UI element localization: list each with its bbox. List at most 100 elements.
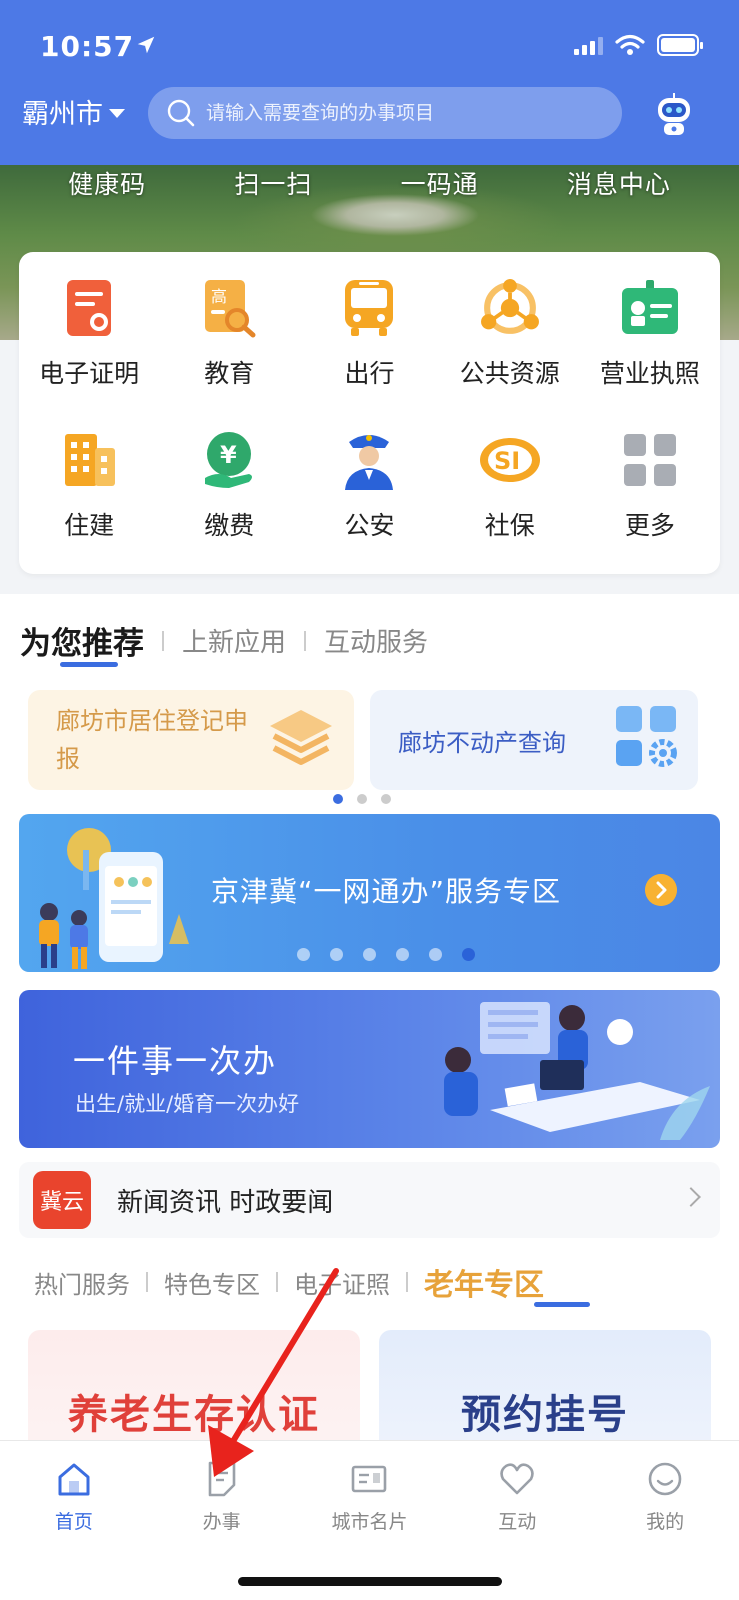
- service-public-resource[interactable]: 公共资源: [440, 276, 580, 428]
- service-travel[interactable]: 出行: [299, 276, 439, 428]
- service-label: 公共资源: [459, 359, 560, 388]
- layers-icon: [270, 710, 332, 765]
- quick-links: 健康码 扫一扫 一码通 消息中心: [0, 165, 739, 201]
- news-row[interactable]: 冀云 新闻资讯 时政要闻: [19, 1162, 720, 1238]
- nav-interaction[interactable]: 互动: [457, 1459, 577, 1534]
- search-bar[interactable]: [148, 87, 622, 139]
- city-card-icon: [352, 1465, 387, 1493]
- search-icon: [167, 99, 195, 127]
- card-label: 预约挂号: [461, 1392, 629, 1438]
- tab-elderly-zone[interactable]: 老年专区: [424, 1260, 544, 1304]
- service-label: 营业执照: [599, 359, 700, 388]
- tab-featured-zone[interactable]: 特色专区: [164, 1265, 260, 1300]
- app-header: 10:57 霸州市: [0, 0, 739, 170]
- card-appointment-registration[interactable]: 预约挂号: [379, 1330, 711, 1450]
- status-bar: 10:57: [40, 30, 703, 66]
- chevron-right-circle-icon: [645, 874, 677, 906]
- nav-services[interactable]: 办事: [162, 1459, 282, 1534]
- service-label: 教育: [204, 359, 255, 388]
- tab-recommended[interactable]: 为您推荐: [20, 618, 144, 663]
- tab-new-apps[interactable]: 上新应用: [182, 622, 286, 659]
- status-time: 10:57: [40, 30, 135, 63]
- bottom-navigation: 首页 办事 城市名片 互动 我的: [0, 1440, 739, 1600]
- svg-text:SI: SI: [494, 447, 520, 475]
- payment-icon: ¥: [205, 432, 253, 488]
- service-housing-construction[interactable]: 住建: [19, 428, 159, 580]
- apps-gear-icon: [616, 706, 677, 767]
- banner-one-thing-one-time[interactable]: 一件事一次办 出生/就业/婚育一次办好: [19, 990, 720, 1148]
- service-social-security[interactable]: SI 社保: [440, 428, 580, 580]
- service-more[interactable]: 更多: [580, 428, 720, 580]
- service-label: 社保: [484, 511, 535, 540]
- more-grid-icon: [623, 434, 676, 486]
- search-input[interactable]: [206, 102, 586, 124]
- news-label: 新闻资讯 时政要闻: [117, 1187, 334, 1218]
- home-indicator: [238, 1577, 502, 1586]
- active-tab-indicator: [60, 662, 118, 667]
- smiley-profile-icon: [648, 1462, 682, 1496]
- location-arrow-icon: [137, 36, 155, 54]
- assistant-robot-icon[interactable]: [652, 92, 696, 138]
- tab-divider: [146, 1272, 148, 1292]
- quick-link-scan[interactable]: 扫一扫: [234, 165, 312, 201]
- nav-label: 我的: [646, 1511, 685, 1533]
- chevron-right-icon: [681, 1187, 701, 1207]
- recommend-card-real-estate-query[interactable]: 廊坊不动产查询: [370, 690, 698, 790]
- certificate-icon: [67, 280, 112, 336]
- service-payment[interactable]: ¥ 缴费: [159, 428, 299, 580]
- service-label: 公安: [344, 511, 395, 540]
- business-license-icon: [621, 280, 678, 334]
- city-selector[interactable]: 霸州市: [22, 92, 125, 131]
- police-icon: [345, 435, 394, 490]
- zone-tabs: 热门服务 特色专区 电子证照 老年专区: [34, 1260, 544, 1304]
- banner-jjj-service-zone[interactable]: 京津冀“一网通办”服务专区: [19, 814, 720, 972]
- public-resource-icon: [480, 279, 539, 334]
- bus-icon: [345, 280, 394, 336]
- tab-interactive-services[interactable]: 互动服务: [324, 622, 428, 659]
- carousel-dots: [333, 794, 391, 804]
- banner-carousel-dots: [297, 948, 475, 961]
- card-pension-authentication[interactable]: 养老生存认证: [28, 1330, 360, 1450]
- jiyun-logo: 冀云: [33, 1171, 91, 1229]
- quick-link-messages[interactable]: 消息中心: [567, 165, 671, 201]
- quick-link-health-code[interactable]: 健康码: [68, 165, 146, 201]
- nav-profile[interactable]: 我的: [605, 1459, 725, 1534]
- service-education[interactable]: 高 教育: [159, 276, 299, 428]
- wifi-icon: [615, 34, 645, 55]
- home-icon: [58, 1463, 90, 1496]
- caret-down-icon: [109, 109, 125, 118]
- banner-illustration: [39, 828, 189, 969]
- banner-title: 一件事一次办: [73, 1042, 278, 1080]
- recommend-card-label: 廊坊不动产查询: [398, 728, 566, 757]
- nav-city-card[interactable]: 城市名片: [309, 1459, 429, 1534]
- banner-subtitle: 出生/就业/婚育一次办好: [75, 1092, 300, 1116]
- active-zone-tab-indicator: [534, 1302, 590, 1307]
- tab-hot-services[interactable]: 热门服务: [34, 1265, 130, 1300]
- tab-divider: [162, 630, 164, 651]
- service-label: 缴费: [204, 511, 255, 540]
- building-icon: [65, 434, 116, 486]
- svg-text:¥: ¥: [220, 441, 237, 469]
- battery-icon: [657, 34, 703, 56]
- tab-divider: [276, 1272, 278, 1292]
- tab-divider: [406, 1272, 408, 1292]
- recommend-card-residence-registration[interactable]: 廊坊市居住登记申报: [28, 690, 354, 790]
- service-public-security[interactable]: 公安: [299, 428, 439, 580]
- service-grid-card: 电子证明 高 教育 出行 公共资源 营业执照 住建 ¥ 缴费 公安 SI 社保 …: [19, 252, 720, 574]
- service-label: 更多: [624, 511, 675, 540]
- nav-label: 办事: [202, 1511, 241, 1533]
- service-label: 住建: [64, 511, 115, 540]
- quick-link-one-code[interactable]: 一码通: [401, 165, 479, 201]
- nav-home[interactable]: 首页: [14, 1459, 134, 1534]
- service-label: 电子证明: [39, 359, 140, 388]
- document-icon: [208, 1461, 235, 1497]
- tab-e-licenses[interactable]: 电子证照: [294, 1265, 390, 1300]
- service-label: 出行: [344, 359, 395, 388]
- service-desk-illustration: [444, 1002, 710, 1140]
- nav-label: 城市名片: [331, 1511, 408, 1533]
- service-business-license[interactable]: 营业执照: [580, 276, 720, 428]
- cellular-signal-icon: [574, 35, 603, 55]
- service-e-certificate[interactable]: 电子证明: [19, 276, 159, 428]
- card-label: 养老生存认证: [68, 1392, 320, 1438]
- svg-text:高: 高: [211, 287, 227, 306]
